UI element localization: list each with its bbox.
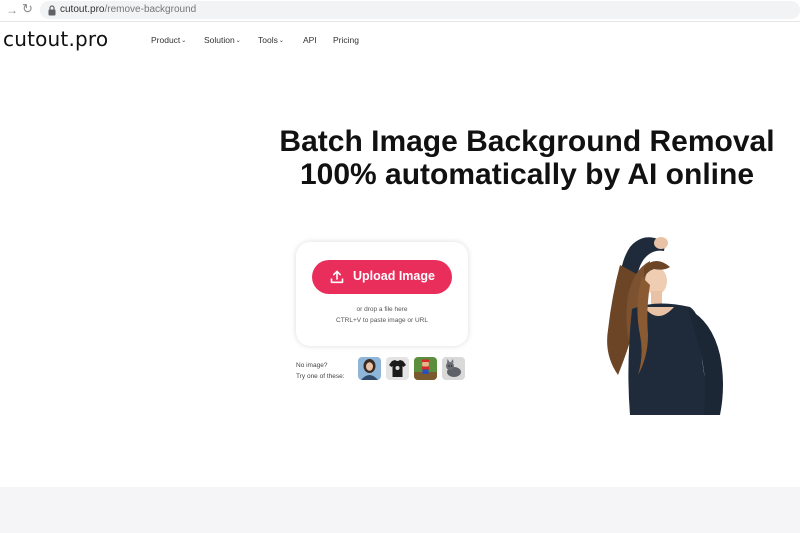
sample-thumb-tshirt[interactable]: [386, 357, 409, 380]
nav-solution-label: Solution: [204, 35, 235, 45]
nav-solution[interactable]: Solution⌄: [204, 35, 241, 45]
lock-icon[interactable]: [47, 5, 57, 16]
upload-icon: [330, 270, 344, 284]
nav-tools[interactable]: Tools⌄: [258, 35, 284, 45]
samples-prompt: No image? Try one of these:: [296, 360, 345, 382]
site-logo[interactable]: cutout.pro: [3, 27, 108, 51]
title-line-2: 100% automatically by AI online: [299, 158, 755, 191]
nav-product-label: Product: [151, 35, 181, 45]
nav-product[interactable]: Product⌄: [151, 35, 186, 45]
browser-toolbar: → ↻ cutout.pro/remove-background: [0, 0, 800, 22]
url-path: /remove-background: [104, 4, 197, 15]
cat-icon: [442, 357, 465, 380]
paste-hint: CTRL+V to paste image or URL: [336, 317, 428, 324]
url-host: cutout.pro: [60, 4, 105, 15]
upload-image-button[interactable]: Upload Image: [312, 260, 452, 294]
sample-thumb-cat[interactable]: [442, 357, 465, 380]
url-text: cutout.pro/remove-background: [60, 4, 196, 15]
back-arrow-icon[interactable]: →: [6, 3, 18, 17]
title-line-1: Batch Image Background Removal: [279, 125, 775, 158]
tshirt-icon: [386, 357, 409, 380]
nav-api-label: API: [303, 35, 317, 45]
footer-band: [0, 487, 800, 533]
nav-api[interactable]: API: [303, 35, 317, 45]
samples-line-2: Try one of these:: [296, 373, 345, 380]
reload-icon[interactable]: ↻: [22, 2, 33, 16]
samples-line-1: No image?: [296, 362, 328, 369]
drop-hint: or drop a file here: [356, 306, 408, 313]
sample-thumb-woman[interactable]: [358, 357, 381, 380]
address-bar[interactable]: cutout.pro/remove-background: [40, 1, 800, 19]
woman-portrait-icon: [358, 357, 381, 380]
sample-thumb-toy[interactable]: [414, 357, 437, 380]
chevron-down-icon: ⌄: [181, 38, 187, 44]
chevron-down-icon: ⌄: [278, 38, 284, 44]
nav-pricing-label: Pricing: [333, 35, 359, 45]
hero-model-image: [607, 237, 723, 415]
site-header: cutout.pro Product⌄ Solution⌄ Tools⌄ API…: [0, 21, 800, 61]
upload-dropzone[interactable]: Upload Image or drop a file here CTRL+V …: [296, 242, 468, 346]
nav-pricing[interactable]: Pricing: [333, 35, 359, 45]
chevron-down-icon: ⌄: [235, 38, 241, 44]
toy-figure-icon: [414, 357, 437, 380]
page-title: Batch Image Background Removal 100% auto…: [240, 125, 800, 191]
nav-tools-label: Tools: [258, 35, 278, 45]
upload-button-label: Upload Image: [353, 269, 435, 283]
